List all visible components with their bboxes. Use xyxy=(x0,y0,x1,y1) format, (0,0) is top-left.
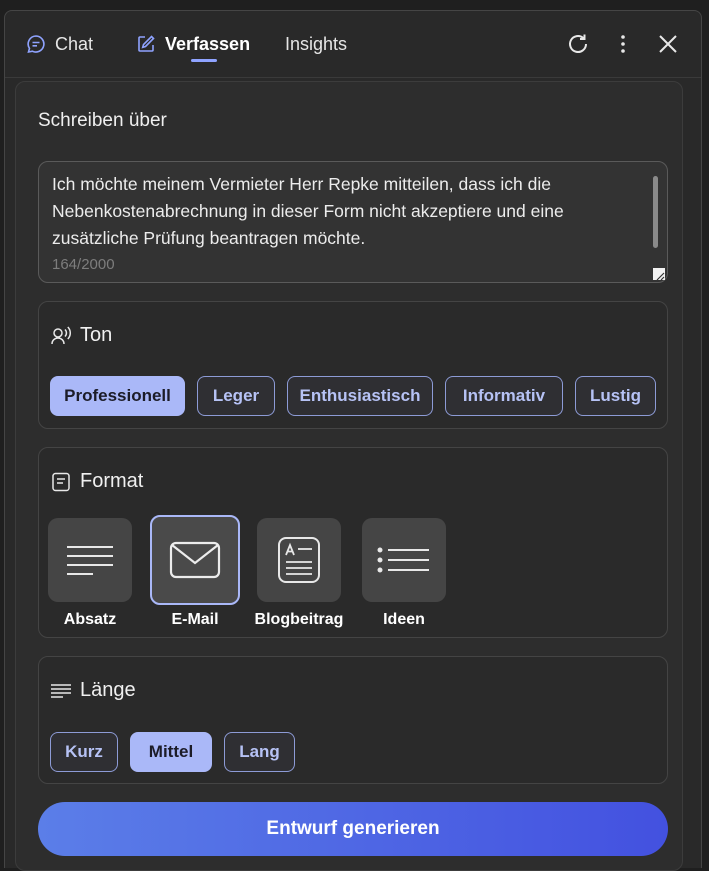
resize-handle[interactable] xyxy=(653,268,665,281)
format-tile xyxy=(150,515,240,605)
format-option-blogbeitrag[interactable]: Blogbeitrag xyxy=(251,518,347,629)
length-option-mittel[interactable]: Mittel xyxy=(130,732,212,772)
tab-insights[interactable]: Insights xyxy=(285,31,347,57)
tone-title: Ton xyxy=(80,324,113,346)
paragraph-icon xyxy=(67,546,113,575)
format-option-label: Blogbeitrag xyxy=(254,611,344,628)
tone-option-enthusiastisch[interactable]: Enthusiastisch xyxy=(287,376,433,416)
format-option-label: Absatz xyxy=(63,611,117,628)
tone-header: Ton xyxy=(50,324,112,347)
document-icon xyxy=(50,471,72,493)
format-tile xyxy=(48,518,132,602)
tone-option-lustig[interactable]: Lustig xyxy=(575,376,656,416)
tone-option-label: Lustig xyxy=(590,386,641,405)
tab-chat-label: Chat xyxy=(55,33,94,54)
format-option-absatz[interactable]: Absatz xyxy=(47,518,133,629)
length-option-lang[interactable]: Lang xyxy=(224,732,295,772)
tab-chat[interactable]: Chat xyxy=(25,31,93,57)
refresh-button[interactable] xyxy=(563,29,593,59)
more-options-button[interactable] xyxy=(608,29,638,59)
compose-text: Ich möchte meinem Vermieter Herr Repke m… xyxy=(52,174,564,248)
resize-grip-icon xyxy=(656,272,665,281)
format-section: Format Absatz E-Mail Blogbeitrag Ideen xyxy=(38,447,668,638)
tone-option-professionell[interactable]: Professionell xyxy=(50,376,185,416)
tab-compose[interactable]: Verfassen xyxy=(135,31,250,57)
format-option-label: E-Mail xyxy=(171,611,219,628)
tone-section: Ton Professionell Leger Enthusiastisch I… xyxy=(38,301,668,429)
voice-icon xyxy=(50,325,72,347)
length-section: Länge Kurz Mittel Lang xyxy=(38,656,668,784)
close-icon xyxy=(659,35,677,53)
textarea-scrollbar[interactable] xyxy=(653,176,658,248)
format-tile xyxy=(362,518,446,602)
format-title: Format xyxy=(80,470,144,492)
length-option-kurz[interactable]: Kurz xyxy=(50,732,118,772)
format-option-email[interactable]: E-Mail xyxy=(148,515,242,629)
tone-option-informativ[interactable]: Informativ xyxy=(445,376,563,416)
tone-option-leger[interactable]: Leger xyxy=(197,376,275,416)
length-header: Länge xyxy=(50,679,136,702)
format-header: Format xyxy=(50,470,143,493)
more-options-icon xyxy=(621,35,625,53)
compose-icon xyxy=(135,33,157,55)
text-length-icon xyxy=(50,680,72,702)
character-counter: 164/2000 xyxy=(52,256,115,273)
tone-option-label: Enthusiastisch xyxy=(299,386,421,405)
tone-option-label: Professionell xyxy=(64,386,171,405)
length-option-label: Lang xyxy=(239,742,280,761)
format-tile xyxy=(257,518,341,602)
mail-icon xyxy=(169,541,221,579)
close-button[interactable] xyxy=(653,29,683,59)
top-bar: Chat Verfassen Insights xyxy=(5,11,701,78)
format-option-label: Ideen xyxy=(383,611,425,628)
compose-label: Schreiben über xyxy=(38,110,167,131)
article-icon xyxy=(278,537,320,583)
chat-icon xyxy=(25,33,47,55)
list-icon xyxy=(377,547,429,573)
tone-option-label: Informativ xyxy=(462,386,546,405)
tone-option-label: Leger xyxy=(212,386,260,405)
tab-compose-label: Verfassen xyxy=(165,33,251,54)
length-title: Länge xyxy=(80,679,136,701)
generate-draft-label: Entwurf generieren xyxy=(266,818,440,839)
generate-draft-button[interactable]: Entwurf generieren xyxy=(38,802,668,856)
active-tab-indicator xyxy=(191,59,217,62)
compose-textarea[interactable]: Ich möchte meinem Vermieter Herr Repke m… xyxy=(38,161,668,283)
format-option-ideen[interactable]: Ideen xyxy=(361,518,447,629)
length-option-label: Kurz xyxy=(65,742,103,761)
tab-insights-label: Insights xyxy=(285,33,348,54)
refresh-icon xyxy=(569,34,587,53)
length-option-label: Mittel xyxy=(148,742,194,761)
